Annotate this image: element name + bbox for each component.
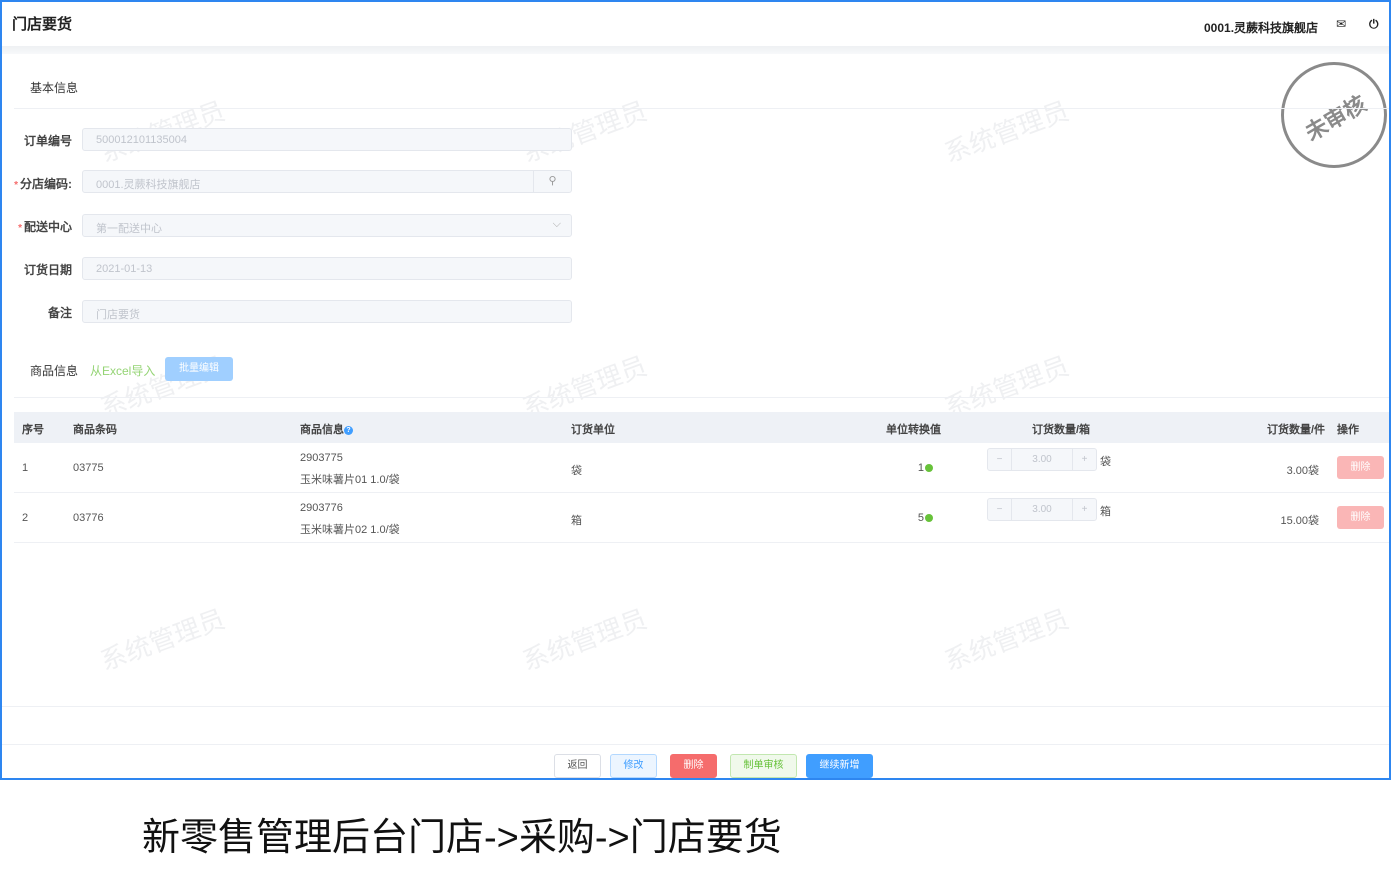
order-date-label: 订货日期	[23, 263, 72, 277]
stamp-text: 未审核	[1300, 90, 1371, 146]
row-code: 2903776	[300, 502, 343, 514]
distribution-center-label: * 配送中心	[18, 220, 72, 234]
mail-icon[interactable]: ✉	[1336, 17, 1346, 31]
row-code: 2903775	[300, 452, 343, 464]
section-goods-info: 商品信息	[30, 364, 79, 378]
col-no: 序号	[22, 424, 44, 436]
quantity-stepper[interactable]: −3.00 +	[987, 498, 1097, 521]
info-dot-icon	[925, 464, 933, 473]
help-icon[interactable]: ?	[344, 425, 353, 435]
branch-code-label: * 分店编码:	[14, 177, 72, 191]
remark-label: 备注	[47, 306, 72, 320]
watermark: 系统管理员	[940, 95, 1073, 169]
batch-edit-button[interactable]: 批量编辑	[165, 357, 233, 381]
row-ratio: 1	[918, 462, 933, 474]
back-button[interactable]: 返回	[554, 754, 601, 778]
order-date-input[interactable]: 2021-01-13	[82, 257, 572, 280]
power-icon[interactable]: ⏻	[1369, 17, 1379, 32]
row-no: 1	[22, 462, 29, 474]
row-pieces: 15.00袋	[1280, 515, 1319, 527]
minus-button[interactable]: −	[988, 449, 1012, 470]
import-excel-link[interactable]: 从Excel导入	[90, 362, 155, 379]
col-barcode: 商品条码	[73, 424, 117, 436]
branch-code-input[interactable]: 0001.灵蕨科技旗舰店 ⚲	[82, 170, 572, 193]
quantity-stepper[interactable]: −3.00 +	[987, 448, 1097, 471]
row-ratio: 5	[918, 512, 933, 524]
divider	[2, 706, 1389, 707]
chevron-down-icon: ⌵	[552, 218, 561, 230]
remark-input[interactable]: 门店要货	[82, 300, 572, 323]
watermark: 系统管理员	[96, 603, 229, 677]
col-info: 商品信息?	[300, 421, 353, 437]
row-barcode: 03775	[73, 462, 104, 474]
row-name: 玉米味薯片01 1.0/袋	[300, 474, 400, 486]
continue-add-button[interactable]: 继续新增	[806, 754, 873, 778]
divider	[2, 744, 1389, 745]
divider	[14, 108, 1389, 109]
qty-unit: 袋	[1100, 456, 1111, 468]
unreviewed-stamp: 未审核	[1281, 62, 1387, 168]
plus-button[interactable]: +	[1072, 449, 1096, 470]
edit-button[interactable]: 修改	[610, 754, 657, 778]
plus-button[interactable]: +	[1072, 499, 1096, 520]
delete-row-button[interactable]: 删除	[1337, 506, 1384, 529]
section-basic-info: 基本信息	[30, 81, 79, 95]
col-qty-piece: 订货数量/件	[1267, 424, 1326, 436]
col-ratio: 单位转换值	[886, 424, 941, 436]
search-icon[interactable]: ⚲	[533, 171, 571, 192]
watermark: 系统管理员	[940, 603, 1073, 677]
table-header: 序号 商品条码 商品信息? 订货单位 单位转换值 订货数量/箱 订货数量/件 操…	[14, 412, 1389, 443]
qty-value[interactable]: 3.00	[1012, 499, 1072, 520]
row-unit: 箱	[571, 515, 582, 527]
app-window: 门店要货 0001.灵蕨科技旗舰店 ✉ ⏻ 系统管理员 系统管理员 系统管理员 …	[0, 0, 1391, 780]
table-row: 2 03776 2903776 玉米味薯片02 1.0/袋 箱 5 −3.00 +…	[14, 493, 1389, 543]
audit-button[interactable]: 制单审核	[730, 754, 797, 778]
row-unit: 袋	[571, 465, 582, 477]
order-no-label: 订单编号	[23, 134, 72, 148]
delete-row-button[interactable]: 删除	[1337, 456, 1384, 479]
qty-unit: 箱	[1100, 506, 1111, 518]
top-header: 门店要货 0001.灵蕨科技旗舰店 ✉ ⏻	[2, 2, 1389, 46]
minus-button[interactable]: −	[988, 499, 1012, 520]
col-action: 操作	[1337, 424, 1359, 436]
col-qty-box: 订货数量/箱	[1032, 424, 1091, 436]
header-shadow	[2, 46, 1389, 54]
col-unit: 订货单位	[571, 424, 615, 436]
page-title: 门店要货	[12, 16, 73, 33]
distribution-center-select[interactable]: 第一配送中心 ⌵	[82, 214, 572, 237]
watermark: 系统管理员	[518, 603, 651, 677]
order-no-input[interactable]: 500012101135004	[82, 128, 572, 151]
info-dot-icon	[925, 514, 933, 523]
current-store[interactable]: 0001.灵蕨科技旗舰店	[1204, 19, 1318, 36]
delete-button[interactable]: 删除	[670, 754, 717, 778]
row-barcode: 03776	[73, 512, 104, 524]
table-row: 1 03775 2903775 玉米味薯片01 1.0/袋 袋 1 −3.00 +…	[14, 443, 1389, 493]
qty-value[interactable]: 3.00	[1012, 449, 1072, 470]
row-name: 玉米味薯片02 1.0/袋	[300, 524, 400, 536]
divider	[14, 397, 1389, 398]
caption: 新零售管理后台门店->采购->门店要货	[142, 817, 782, 859]
row-pieces: 3.00袋	[1286, 465, 1319, 477]
row-no: 2	[22, 512, 29, 524]
